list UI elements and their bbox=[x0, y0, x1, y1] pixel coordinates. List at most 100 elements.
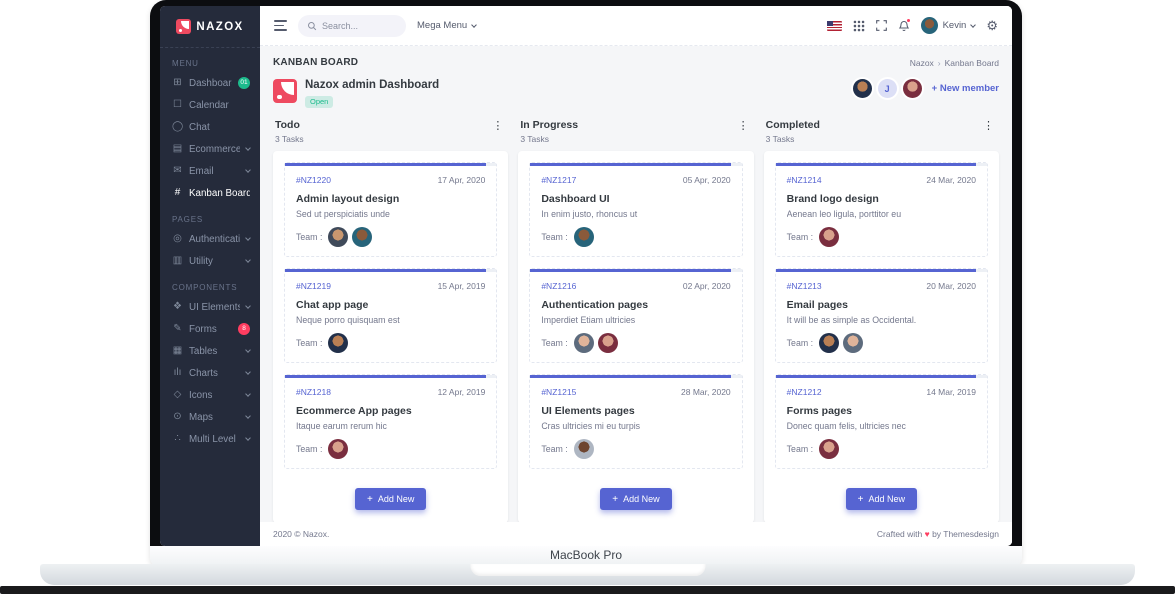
ui-elements-icon: ❖ bbox=[173, 301, 182, 312]
task-card[interactable]: #NZ1216 02 Apr, 2020 Authentication page… bbox=[529, 268, 743, 363]
task-date: 20 Mar, 2020 bbox=[926, 281, 976, 291]
sidebar-item-charts[interactable]: ılı Charts bbox=[160, 362, 260, 384]
team-label: Team : bbox=[786, 338, 814, 348]
sidebar-item-forms[interactable]: ✎ Forms 8 bbox=[160, 318, 260, 340]
task-ref-link[interactable]: #NZ1215 bbox=[541, 387, 576, 397]
task-date: 15 Apr, 2019 bbox=[437, 281, 486, 291]
app-footer: 2020 © Nazox. Crafted with ♥ by Themesde… bbox=[260, 522, 1012, 546]
task-card[interactable]: #NZ1220 17 Apr, 2020 Admin layout design… bbox=[284, 162, 498, 257]
icons-icon: ◇ bbox=[173, 389, 182, 400]
ecommerce-icon: ▤ bbox=[172, 143, 183, 154]
sidebar-item-label: Utility bbox=[189, 255, 213, 267]
member-avatar[interactable] bbox=[852, 79, 872, 98]
sidebar-item-chat[interactable]: ◯ Chat bbox=[160, 116, 260, 138]
task-description: Imperdiet Etiam ultricies bbox=[541, 315, 636, 325]
macbook-notch bbox=[470, 564, 705, 576]
sidebar-section-pages: PAGES bbox=[172, 215, 203, 224]
avatar bbox=[573, 227, 594, 247]
column-header: Todo 3 Tasks ⋮ bbox=[273, 117, 508, 151]
sidebar-section-components: COMPONENTS bbox=[172, 283, 238, 292]
sidebar-item-email[interactable]: ✉ Email bbox=[160, 160, 260, 182]
kanban-column-in-progress: In Progress 3 Tasks ⋮ #NZ1217 05 Apr, 20… bbox=[518, 117, 754, 523]
sidebar-item-calendar[interactable]: ☐ Calendar bbox=[160, 94, 260, 116]
task-card[interactable]: #NZ1219 15 Apr, 2019 Chat app page Neque… bbox=[284, 268, 498, 363]
task-description: Donec quam felis, ultricies nec bbox=[786, 421, 906, 431]
column-header: In Progress 3 Tasks ⋮ bbox=[518, 117, 753, 151]
notification-dot bbox=[905, 17, 911, 23]
sidebar-item-authentication[interactable]: ◎ Authentication bbox=[160, 228, 260, 250]
sidebar-item-maps[interactable]: ⊙ Maps bbox=[160, 406, 260, 428]
maps-icon: ⊙ bbox=[173, 411, 182, 422]
plus-icon: + bbox=[612, 493, 619, 505]
chevron-down-icon bbox=[245, 234, 251, 241]
avatar bbox=[819, 227, 840, 247]
task-ref-link[interactable]: #NZ1220 bbox=[296, 175, 331, 185]
search-input[interactable] bbox=[322, 20, 394, 31]
task-card[interactable]: #NZ1212 14 Mar, 2019 Forms pages Donec q… bbox=[774, 374, 988, 469]
footer-credit-suffix: by Themesdesign bbox=[932, 529, 999, 539]
sidebar-item-ui-elements[interactable]: ❖ UI Elements bbox=[160, 296, 260, 318]
top-navbar: Mega Menu bbox=[260, 6, 1012, 46]
column-menu-icon[interactable]: ⋮ bbox=[981, 119, 996, 134]
add-new-button[interactable]: + Add New bbox=[845, 488, 917, 510]
task-progress-bar bbox=[775, 269, 987, 272]
fullscreen-button[interactable] bbox=[875, 20, 887, 31]
task-title: Brand logo design bbox=[786, 193, 879, 205]
new-member-button[interactable]: + New member bbox=[932, 83, 999, 94]
task-ref-link[interactable]: #NZ1214 bbox=[787, 175, 822, 185]
user-menu[interactable]: Kevin bbox=[920, 17, 977, 34]
add-new-label: Add New bbox=[623, 494, 660, 504]
task-ref-link[interactable]: #NZ1218 bbox=[296, 387, 331, 397]
sidebar-item-multi-level[interactable]: ∴ Multi Level bbox=[160, 428, 260, 450]
language-flag-button[interactable] bbox=[826, 20, 842, 31]
plus-icon: + bbox=[366, 493, 373, 505]
task-progress-bar bbox=[775, 375, 987, 378]
sidebar-item-icons[interactable]: ◇ Icons bbox=[160, 384, 260, 406]
plus-icon: + bbox=[857, 493, 864, 505]
task-progress-bar bbox=[530, 375, 742, 378]
brand-logo[interactable]: NAZOX bbox=[160, 6, 260, 48]
member-avatar[interactable] bbox=[902, 79, 922, 98]
task-card[interactable]: #NZ1215 28 Mar, 2020 UI Elements pages C… bbox=[529, 374, 743, 469]
task-progress-bar bbox=[530, 269, 742, 272]
chevron-down-icon bbox=[245, 256, 251, 263]
team-label: Team : bbox=[541, 232, 568, 242]
sidebar-item-ecommerce[interactable]: ▤ Ecommerce bbox=[160, 138, 260, 160]
add-new-button[interactable]: + Add New bbox=[354, 488, 427, 510]
sidebar-item-kanban-board[interactable]: # Kanban Board bbox=[160, 182, 260, 204]
column-panel: #NZ1214 24 Mar, 2020 Brand logo design A… bbox=[763, 151, 999, 523]
team-label: Team : bbox=[296, 338, 323, 348]
apps-grid-button[interactable] bbox=[853, 20, 865, 32]
sidebar-item-utility[interactable]: ▥ Utility bbox=[160, 250, 260, 272]
sidebar-item-label: Icons bbox=[189, 389, 213, 401]
task-ref-link[interactable]: #NZ1212 bbox=[787, 387, 822, 397]
sidebar-item-tables[interactable]: ▦ Tables bbox=[160, 340, 260, 362]
column-name: In Progress bbox=[520, 119, 579, 131]
task-card[interactable]: #NZ1213 20 Mar, 2020 Email pages It will… bbox=[774, 268, 988, 363]
column-menu-icon[interactable]: ⋮ bbox=[736, 119, 751, 134]
task-ref-link[interactable]: #NZ1219 bbox=[296, 281, 331, 291]
multi-level-icon: ∴ bbox=[174, 433, 181, 444]
kanban-column-completed: Completed 3 Tasks ⋮ #NZ1214 24 Mar, 2020… bbox=[763, 117, 999, 523]
task-ref-link[interactable]: #NZ1217 bbox=[541, 175, 576, 185]
task-ref-link[interactable]: #NZ1213 bbox=[787, 281, 822, 291]
chevron-down-icon bbox=[245, 144, 251, 151]
board-members: J + New member bbox=[852, 79, 999, 98]
breadcrumb-root[interactable]: Nazox bbox=[910, 58, 934, 68]
task-title: Authentication pages bbox=[541, 299, 649, 311]
column-menu-icon[interactable]: ⋮ bbox=[490, 119, 505, 134]
task-ref-link[interactable]: #NZ1216 bbox=[541, 281, 576, 291]
notifications-button[interactable] bbox=[898, 17, 911, 32]
kanban-column-todo: Todo 3 Tasks ⋮ #NZ1220 17 Apr, 2020 Admi… bbox=[273, 117, 509, 523]
settings-button[interactable]: ⚙ bbox=[986, 19, 998, 32]
chevron-down-icon bbox=[245, 368, 251, 375]
task-card[interactable]: #NZ1217 05 Apr, 2020 Dashboard UI In eni… bbox=[529, 162, 743, 257]
task-date: 02 Apr, 2020 bbox=[682, 281, 731, 291]
sidebar-item-dashboard[interactable]: ⊞ Dashboard 01 bbox=[160, 72, 260, 94]
task-card[interactable]: #NZ1218 12 Apr, 2019 Ecommerce App pages… bbox=[284, 374, 498, 469]
member-initial-avatar[interactable]: J bbox=[877, 79, 897, 98]
mega-menu-button[interactable]: Mega Menu bbox=[417, 20, 478, 31]
add-new-button[interactable]: + Add New bbox=[600, 488, 672, 510]
menu-toggle-icon[interactable] bbox=[274, 20, 287, 31]
task-card[interactable]: #NZ1214 24 Mar, 2020 Brand logo design A… bbox=[774, 162, 988, 257]
